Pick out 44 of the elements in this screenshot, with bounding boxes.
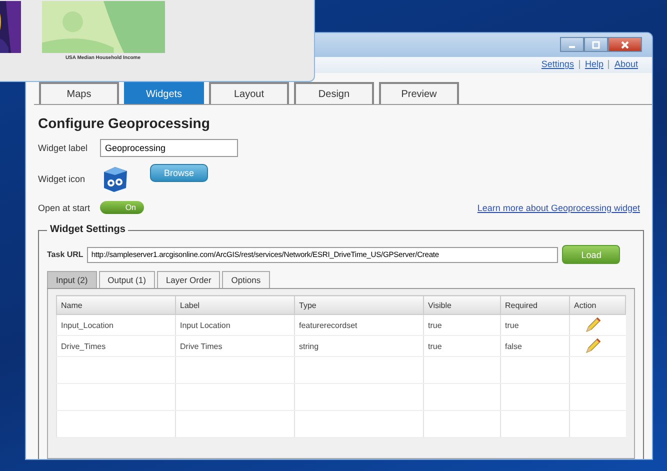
maximize-icon <box>591 40 601 50</box>
tab[interactable]: Input (2) <box>47 271 97 288</box>
close-icon <box>620 40 630 50</box>
close-button[interactable] <box>608 37 642 52</box>
table-cell: true <box>500 314 570 336</box>
widget-label-field[interactable]: Geoprocessing <box>100 139 238 157</box>
tab[interactable]: Maps <box>39 82 119 104</box>
header-link[interactable]: Settings <box>541 59 574 69</box>
table-cell: Drive Times <box>176 336 294 356</box>
field-label: Open at start <box>38 202 92 212</box>
column-header[interactable]: Label <box>176 296 294 314</box>
tab[interactable]: Widgets <box>124 82 204 104</box>
column-header[interactable]: Required <box>500 296 570 314</box>
tab[interactable]: Layout <box>209 82 289 104</box>
tab[interactable]: Preview <box>379 82 459 104</box>
column-header[interactable]: Visible <box>424 296 500 314</box>
group-legend: Widget Settings <box>47 224 128 235</box>
table-cell: true <box>424 314 500 336</box>
tab[interactable]: Design <box>294 82 374 104</box>
table-cell: Input Location <box>176 314 294 336</box>
header-link[interactable]: About <box>614 59 638 69</box>
column-header[interactable]: Name <box>56 296 176 314</box>
field-label: Widget icon <box>38 174 86 184</box>
column-header[interactable]: Type <box>294 296 424 314</box>
pencil-icon[interactable] <box>584 316 602 334</box>
section-heading: Configure Geoprocessing <box>38 115 211 131</box>
table-cell: featurerecordset <box>294 314 424 336</box>
header-link[interactable]: Help <box>584 59 604 69</box>
field-label: Task URL <box>47 250 84 259</box>
table-cell: Input_Location <box>56 314 176 336</box>
tab[interactable]: Options <box>222 271 270 288</box>
minimize-button[interactable] <box>560 37 584 52</box>
tab[interactable]: Layer Order <box>156 271 220 288</box>
column-header[interactable]: Action <box>570 296 626 314</box>
learn-more-link[interactable]: Learn more about Geoprocessing widget <box>477 202 640 212</box>
table-cell: true <box>424 336 500 356</box>
pencil-icon[interactable] <box>584 337 602 355</box>
maximize-button[interactable] <box>584 37 608 52</box>
table-cell: false <box>500 336 570 356</box>
field-label: Widget label <box>38 143 89 153</box>
minimize-icon <box>569 46 575 48</box>
tab[interactable]: Output (1) <box>98 271 155 288</box>
table-cell: Drive_Times <box>56 336 176 356</box>
table-cell: string <box>294 336 424 356</box>
